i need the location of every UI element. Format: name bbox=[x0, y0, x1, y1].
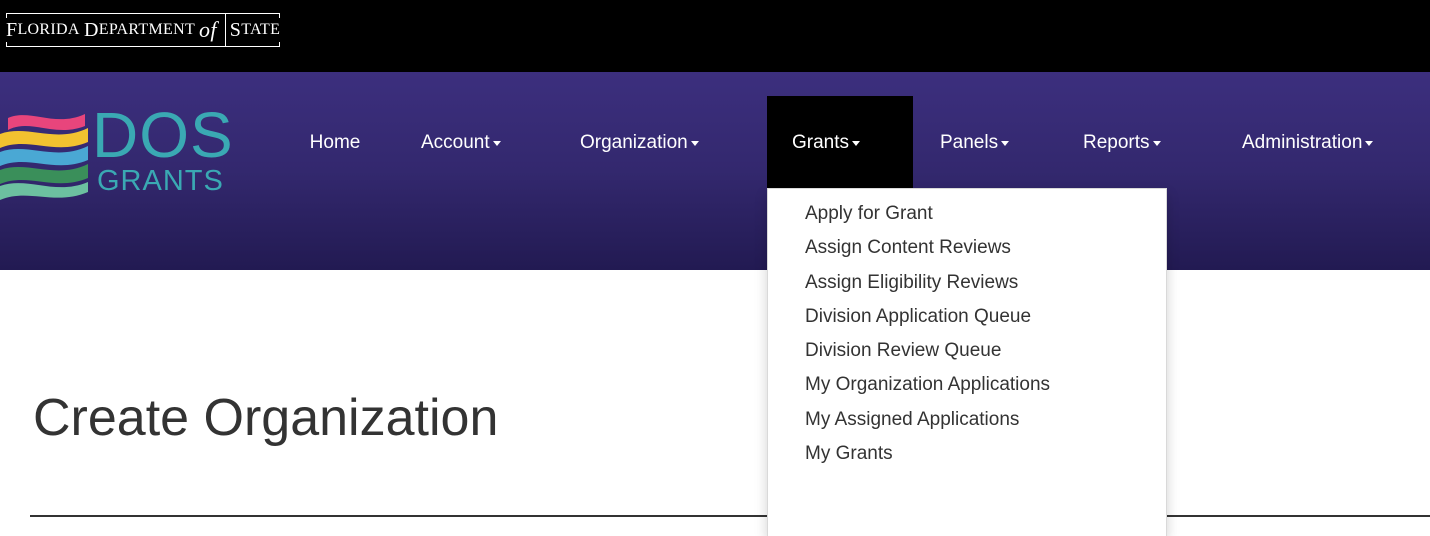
grants-dropdown-menu: Apply for Grant Assign Content Reviews A… bbox=[767, 188, 1167, 536]
nav-administration-label: Administration bbox=[1242, 132, 1363, 153]
menu-item-my-grants[interactable]: My Grants bbox=[768, 437, 1166, 471]
nav-organization-label: Organization bbox=[580, 132, 688, 153]
nav-reports[interactable]: Reports bbox=[1053, 96, 1213, 188]
nav-account-label: Account bbox=[421, 132, 490, 153]
menu-item-division-review-queue[interactable]: Division Review Queue bbox=[768, 334, 1166, 368]
nav-organization[interactable]: Organization bbox=[560, 96, 760, 188]
florida-department-of-state-logo[interactable]: F LORIDA D EPARTMENT of S TATE bbox=[6, 13, 281, 47]
menu-item-my-assigned-applications[interactable]: My Assigned Applications bbox=[768, 403, 1166, 437]
page-title: Create Organization bbox=[33, 389, 499, 447]
caret-down-icon bbox=[492, 141, 501, 146]
menu-item-assign-content-reviews[interactable]: Assign Content Reviews bbox=[768, 231, 1166, 265]
nav-grants[interactable]: Grants bbox=[767, 96, 913, 188]
nav-panels[interactable]: Panels bbox=[913, 96, 1053, 188]
nav-grants-label: Grants bbox=[792, 132, 850, 153]
nav-reports-label: Reports bbox=[1083, 132, 1150, 153]
menu-item-apply-for-grant[interactable]: Apply for Grant bbox=[768, 197, 1166, 231]
caret-down-icon bbox=[852, 141, 861, 146]
nav-home[interactable]: Home bbox=[297, 96, 373, 188]
menu-item-assign-eligibility-reviews[interactable]: Assign Eligibility Reviews bbox=[768, 266, 1166, 300]
menu-item-my-organization-applications[interactable]: My Organization Applications bbox=[768, 368, 1166, 402]
caret-down-icon bbox=[1152, 141, 1161, 146]
caret-down-icon bbox=[690, 141, 699, 146]
brand-grants: GRANTS bbox=[97, 165, 224, 197]
caret-down-icon bbox=[1001, 141, 1010, 146]
nav-administration[interactable]: Administration bbox=[1213, 96, 1430, 188]
main-navbar: DOS GRANTS Home Account Organization Gra… bbox=[0, 72, 1430, 270]
nav-account[interactable]: Account bbox=[393, 96, 545, 188]
brand-dos: DOS bbox=[92, 99, 234, 171]
nav-home-label: Home bbox=[309, 132, 361, 153]
title-divider bbox=[30, 515, 1430, 517]
agency-topbar: F LORIDA D EPARTMENT of S TATE bbox=[0, 0, 1430, 72]
nav-panels-label: Panels bbox=[940, 132, 999, 153]
dos-grants-logo[interactable]: DOS GRANTS bbox=[0, 99, 250, 200]
caret-down-icon bbox=[1365, 141, 1374, 146]
menu-item-division-application-queue[interactable]: Division Application Queue bbox=[768, 300, 1166, 334]
waves-icon bbox=[0, 114, 88, 200]
